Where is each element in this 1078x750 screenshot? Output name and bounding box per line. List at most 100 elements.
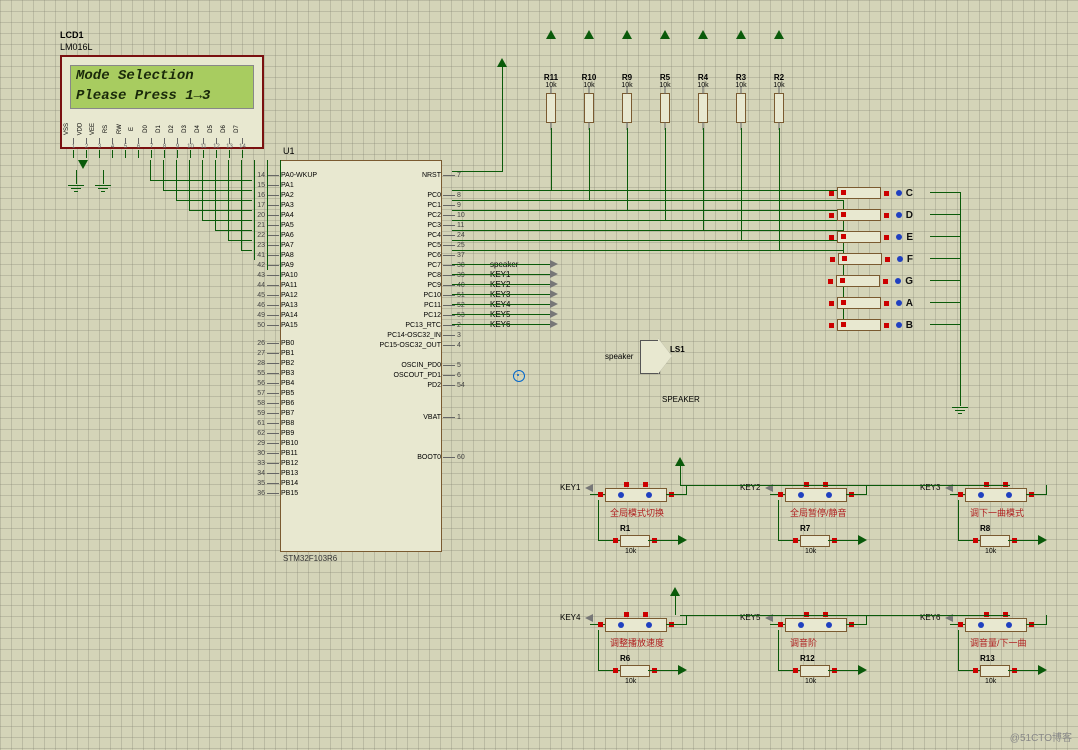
lcd-line-2: Please Press 1→3 xyxy=(76,86,248,106)
mcu-pin: PC1152 xyxy=(424,301,471,310)
mcu-pin: PC839 xyxy=(427,271,471,280)
vcc-icon xyxy=(675,457,685,466)
led: B xyxy=(829,317,913,333)
mcu-pin: 22PA6 xyxy=(251,231,294,240)
mcu-pin: 30PB11 xyxy=(251,449,298,458)
led: D xyxy=(829,207,913,223)
mcu-ref: U1 xyxy=(283,146,295,156)
mcu-pin: 34PB13 xyxy=(251,469,298,478)
watermark: @51CTO博客 xyxy=(1010,729,1072,744)
mcu-pin: 15PA1 xyxy=(251,181,294,190)
mcu-pin: PC14-OSC32_IN3 xyxy=(387,331,471,340)
resistor xyxy=(980,535,1010,547)
resistor: R310k xyxy=(730,55,752,127)
resistor-row: R1110kR1010kR910kR510kR410kR310kR210k xyxy=(540,55,790,127)
mcu-pin: PC15-OSC32_OUT4 xyxy=(380,341,471,350)
mcu-pin: PC13_RTC2 xyxy=(405,321,471,330)
mcu-pin: 42PA9 xyxy=(251,261,294,270)
mcu-pin: 45PA12 xyxy=(251,291,298,300)
lcd-screen: Mode Selection Please Press 1→3 xyxy=(70,65,254,109)
mcu-pin: BOOT060 xyxy=(417,453,471,462)
mcu-pin: 55PB3 xyxy=(251,369,294,378)
mcu-pin: 61PB8 xyxy=(251,419,294,428)
resistor: R210k xyxy=(768,55,790,127)
arrow-icon xyxy=(550,290,558,298)
speaker-net: speaker xyxy=(605,352,633,361)
mcu-pin: PC1051 xyxy=(423,291,471,300)
mcu-pin: 33PB12 xyxy=(251,459,298,468)
speaker-ref: LS1 xyxy=(670,345,685,354)
resistor xyxy=(620,535,650,547)
gnd-icon xyxy=(952,392,968,414)
mcu-pin: VBAT1 xyxy=(423,413,471,422)
mcu-pin: 43PA10 xyxy=(251,271,298,280)
resistor xyxy=(800,665,830,677)
mcu-pin: 46PA13 xyxy=(251,301,298,310)
vcc-icon xyxy=(584,30,594,39)
vcc-row xyxy=(540,30,790,39)
mcu-pin: PC311 xyxy=(427,221,471,230)
probe-icon xyxy=(513,370,523,380)
mcu-pin: 29PB10 xyxy=(251,439,298,448)
mcu-pin: 58PB6 xyxy=(251,399,294,408)
resistor: R510k xyxy=(654,55,676,127)
speaker xyxy=(640,340,660,374)
mcu-pin: 36PB15 xyxy=(251,489,298,498)
vcc-icon xyxy=(774,30,784,39)
lcd-pin: D7 14 xyxy=(236,120,249,158)
mcu-pin: 56PB4 xyxy=(251,379,294,388)
gnd-icon xyxy=(68,170,84,192)
mcu-pin: 28PB2 xyxy=(251,359,294,368)
mcu-pin: 57PB5 xyxy=(251,389,294,398)
vcc-icon xyxy=(497,58,507,67)
mcu-pin: 62PB9 xyxy=(251,429,294,438)
mcu-pin: PC08 xyxy=(427,191,471,200)
mcu-pin: 23PA7 xyxy=(251,241,294,250)
key-block: KEY2 全局暂停/静音 R7 10k xyxy=(740,480,915,580)
switch-icon[interactable] xyxy=(605,618,667,632)
mcu-pin: 41PA8 xyxy=(251,251,294,260)
led: E xyxy=(829,229,913,245)
resistor xyxy=(980,665,1010,677)
switch-icon[interactable] xyxy=(785,618,847,632)
mcu-pin: 20PA4 xyxy=(251,211,294,220)
arrow-icon xyxy=(550,280,558,288)
vcc-icon xyxy=(660,30,670,39)
switch-icon[interactable] xyxy=(785,488,847,502)
key-block: KEY5 调音阶 R12 10k xyxy=(740,610,915,710)
lcd-part: LM016L xyxy=(60,42,93,52)
arrow-icon xyxy=(550,260,558,268)
mcu-pin: PC210 xyxy=(427,211,471,220)
mcu-pin: PC738 xyxy=(427,261,471,270)
mcu-pin: PD254 xyxy=(427,381,471,390)
mcu-pin: 16PA2 xyxy=(251,191,294,200)
arrow-icon xyxy=(550,310,558,318)
key-block: KEY4 调整播放速度 R6 10k xyxy=(560,610,735,710)
vcc-icon xyxy=(78,160,88,169)
mcu-pin: OSCOUT_PD16 xyxy=(394,371,471,380)
lcd-ref: LCD1 xyxy=(60,30,84,40)
mcu-part: STM32F103R6 xyxy=(283,554,337,563)
mcu-pin: PC940 xyxy=(427,281,471,290)
mcu-pin: PC525 xyxy=(427,241,471,250)
mcu-pin: 26PB0 xyxy=(251,339,294,348)
led: A xyxy=(829,295,913,311)
wire xyxy=(680,465,681,485)
resistor: R1010k xyxy=(578,55,600,127)
mcu-pin: 14PA0-WKUP xyxy=(251,171,317,180)
lcd-line-1: Mode Selection xyxy=(76,66,248,86)
switch-icon[interactable] xyxy=(605,488,667,502)
switch-icon[interactable] xyxy=(965,488,1027,502)
wire xyxy=(675,595,676,615)
switch-icon[interactable] xyxy=(965,618,1027,632)
wire xyxy=(452,171,502,172)
led: C xyxy=(829,185,913,201)
mcu-pin: 44PA11 xyxy=(251,281,297,290)
lcd-pins: VSS 1 VDD 2 VEE 3 RS 4 xyxy=(67,120,249,158)
arrow-icon xyxy=(550,320,558,328)
vcc-icon xyxy=(622,30,632,39)
mcu-pin: PC1253 xyxy=(423,311,471,320)
key-block: KEY6 调音量/下一曲 R13 10k xyxy=(920,610,1078,710)
led: F xyxy=(830,251,913,267)
mcu: U1 STM32F103R6 14PA0-WKUP15PA116PA217PA3… xyxy=(280,160,442,552)
